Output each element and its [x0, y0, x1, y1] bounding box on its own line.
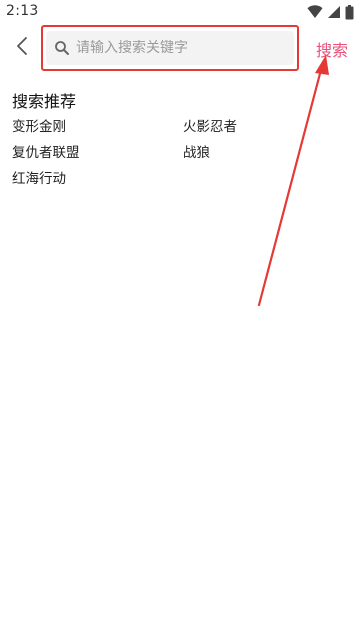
search-header: 搜索	[0, 24, 360, 74]
battery-icon	[345, 4, 354, 20]
status-time: 2:13	[6, 3, 39, 19]
recommendation-item[interactable]: 红海行动	[12, 170, 183, 196]
search-button[interactable]: 搜索	[316, 37, 348, 61]
wifi-icon	[307, 5, 323, 19]
signal-icon	[327, 5, 341, 19]
back-button[interactable]	[8, 34, 36, 62]
status-icons	[307, 4, 354, 20]
recommendation-item[interactable]: 变形金刚	[12, 118, 183, 144]
search-icon	[54, 40, 70, 56]
chevron-left-icon	[15, 36, 29, 60]
recommendations-title: 搜索推荐	[12, 92, 77, 111]
recommendations-list: 变形金刚 火影忍者 复仇者联盟 战狼 红海行动	[12, 118, 352, 196]
status-bar: 2:13	[0, 0, 360, 24]
recommendation-item[interactable]: 战狼	[183, 144, 343, 170]
search-box[interactable]	[46, 31, 294, 65]
recommendation-item[interactable]: 火影忍者	[183, 118, 343, 144]
search-input[interactable]	[76, 40, 276, 56]
recommendation-item[interactable]: 复仇者联盟	[12, 144, 183, 170]
